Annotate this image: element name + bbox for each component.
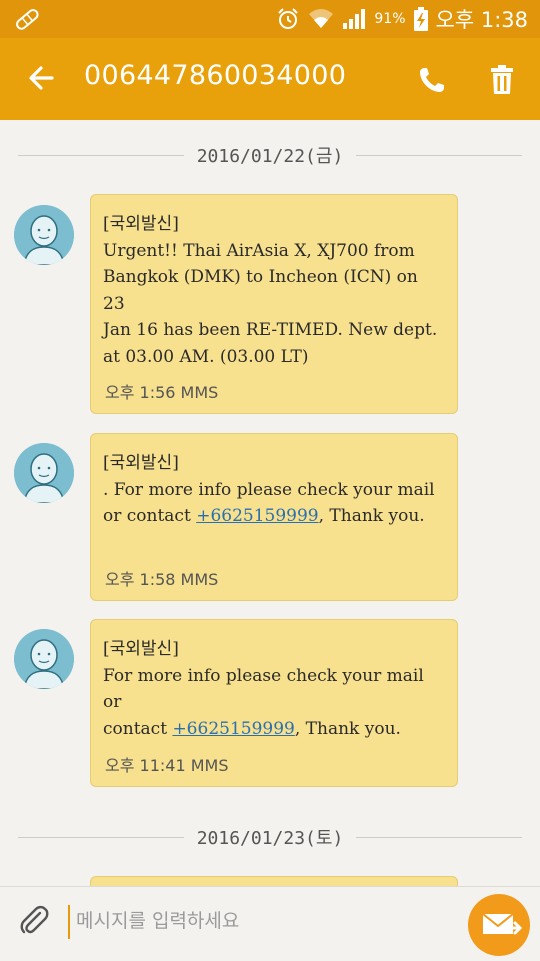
paperclip-icon[interactable]: [16, 903, 52, 939]
sender-tag: [국외발신]: [103, 214, 179, 234]
status-bar: 91% 오후 1:38: [0, 0, 540, 38]
phone-number-link[interactable]: +6625159999: [196, 506, 318, 526]
date-separator: 2016/01/22(금): [18, 140, 522, 170]
default-person-icon: [14, 629, 74, 689]
message-bubble[interactable]: [국외발신] Urgent!! Thai AirAsia X, XJ700 fr…: [90, 194, 458, 414]
contact-avatar[interactable]: [14, 629, 74, 689]
signal-icon: [343, 9, 366, 29]
alarm-icon: [278, 8, 299, 29]
clock: 오후 1:38: [435, 8, 528, 32]
trash-icon[interactable]: [482, 60, 522, 100]
message-text: , Thank you.: [318, 506, 425, 526]
message-timestamp: 오후 11:41 MMS: [105, 756, 229, 775]
send-button[interactable]: [468, 894, 530, 956]
date-separator: 2016/01/23(토): [18, 822, 522, 852]
wifi-icon: [309, 9, 334, 28]
back-arrow-icon[interactable]: [22, 58, 62, 98]
phone-number-link[interactable]: +6625159999: [172, 719, 294, 739]
message-bubble-partial[interactable]: [90, 876, 458, 886]
phone-call-icon[interactable]: [412, 60, 452, 100]
message-thread[interactable]: 2016/01/22(금) [국외발신] Urgent!! Thai AirAs…: [0, 120, 540, 886]
conversation-title: 006447860034000: [84, 60, 347, 91]
message-composer: 메시지를 입력하세요: [0, 886, 540, 961]
message-timestamp: 오후 1:56 MMS: [105, 383, 219, 402]
app-bar: 006447860034000: [0, 38, 540, 120]
battery-charging-icon: [413, 7, 428, 31]
default-person-icon: [14, 205, 74, 265]
message-bubble[interactable]: [국외발신] For more info please check your m…: [90, 619, 458, 787]
contact-avatar[interactable]: [14, 443, 74, 503]
battery-percent: 91%: [374, 11, 406, 27]
message-bubble[interactable]: [국외발신] . For more info please check your…: [90, 433, 458, 601]
sender-tag: [국외발신]: [103, 639, 179, 659]
sender-tag: [국외발신]: [103, 453, 179, 473]
bandage-icon: [16, 9, 39, 30]
message-timestamp: 오후 1:58 MMS: [105, 570, 219, 589]
message-input[interactable]: 메시지를 입력하세요: [68, 905, 448, 939]
default-person-icon: [14, 443, 74, 503]
contact-avatar[interactable]: [14, 205, 74, 265]
message-text: Urgent!! Thai AirAsia X, XJ700 from Bang…: [103, 240, 438, 367]
send-mail-icon: [482, 913, 523, 935]
message-text: , Thank you.: [294, 718, 401, 739]
